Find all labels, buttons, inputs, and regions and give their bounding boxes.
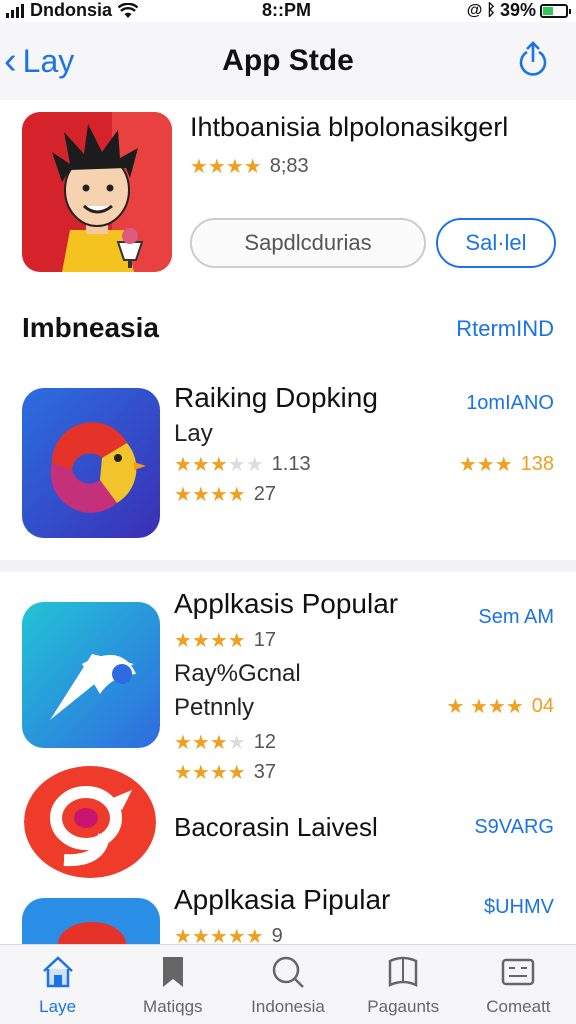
featured-app: Ihtboanisia blpolonasikgerl ★★★★ 8;83 Sa… <box>0 100 576 290</box>
tab-label: Laye <box>39 997 77 1016</box>
app-icon <box>22 898 160 944</box>
section-title: Imbneasia <box>22 312 159 343</box>
battery-icon <box>540 3 571 18</box>
app-rating: ★★★★★ 1.13 <box>174 453 311 476</box>
tab-label: Indonesia <box>251 997 325 1016</box>
tag-icon <box>388 956 418 987</box>
app-rating-secondary: ★★★★ 12 <box>174 731 276 754</box>
app-icon <box>24 766 156 878</box>
app-title: Applkasis Popular <box>174 588 399 619</box>
featured-app-title: Ihtboanisia blpolonasikgerl <box>190 112 509 142</box>
bluetooth-icon: ᛒ <box>486 1 496 19</box>
bookmark-icon <box>162 957 183 987</box>
app-title: Raiking Dopking <box>174 382 378 413</box>
tab-label: Matiqgs <box>143 997 203 1016</box>
signal-icon <box>6 3 24 18</box>
get-button[interactable]: Sal·lel <box>436 218 556 268</box>
app-rating: ★★★★ 17 <box>174 629 276 652</box>
tab-bar: Laye Matiqgs Indonesia Pagaunts Comeatt <box>0 944 576 1024</box>
search-icon <box>272 956 304 988</box>
featured-app-icon[interactable] <box>22 112 172 272</box>
app-subtitle-secondary: Petnnly <box>174 694 255 721</box>
tab-label: Pagaunts <box>367 997 440 1016</box>
secondary-action-button[interactable]: Sapdlcdurias <box>190 218 426 268</box>
location-icon: @ <box>466 1 483 19</box>
app-action-link[interactable]: S9VARG <box>474 816 554 839</box>
tab-today[interactable]: Laye <box>0 945 115 1024</box>
tab-account[interactable]: Comeatt <box>461 945 576 1024</box>
app-action-link[interactable]: 1omIANO <box>466 392 554 415</box>
star-rating-icon: ★★★ <box>174 732 228 754</box>
tab-search[interactable]: Indonesia <box>230 945 345 1024</box>
featured-rating: ★★★★ 8;83 <box>190 154 309 179</box>
app-subtitle: Ray%Gcnal <box>174 660 301 687</box>
app-rating-tertiary: ★★★★ 37 <box>174 761 276 784</box>
battery-percent: 39% <box>499 0 536 20</box>
app-subtitle: Lay <box>174 420 213 447</box>
app-title: Applkasia Pipular <box>174 884 391 915</box>
app-title: Bacorasin Laivesl <box>174 812 378 842</box>
app-action-link[interactable]: Sem AM <box>478 606 554 629</box>
tab-updates[interactable]: Pagaunts <box>346 945 461 1024</box>
status-bar: Dndonsia 8::PM @ ᛒ 39% <box>0 0 576 22</box>
app-icon <box>22 602 160 748</box>
star-rating-icon: ★★★★ <box>190 156 262 178</box>
rating-value: 8;83 <box>269 155 309 177</box>
card-icon <box>502 958 535 986</box>
app-action-link[interactable]: $UHMV <box>484 896 554 919</box>
wifi-icon <box>118 2 139 18</box>
clock: 8::PM <box>262 0 311 20</box>
star-rating-icon: ★★★★ <box>174 762 246 784</box>
app-rating-secondary: ★★★★ 27 <box>174 483 276 506</box>
page-title: App Stde <box>222 44 354 77</box>
section-divider <box>0 560 576 572</box>
tab-games[interactable]: Matiqgs <box>115 945 230 1024</box>
carrier-label: Dndonsia <box>30 0 113 20</box>
navigation-bar: ‹ Lay App Stde <box>0 22 576 100</box>
star-rating-icon: ★★★★ <box>174 484 246 506</box>
star-rating-icon: ★★★ <box>174 454 228 476</box>
app-right-rating: ★★★ 138 <box>458 453 554 476</box>
app-icon <box>22 388 160 538</box>
app-right-rating: ★ ★★★ 04 <box>446 695 554 718</box>
star-rating-icon: ★★★★ <box>174 630 246 652</box>
share-icon[interactable] <box>516 40 550 80</box>
see-all-link[interactable]: RtermIND <box>456 316 554 342</box>
tab-label: Comeatt <box>486 997 551 1016</box>
home-icon <box>42 956 73 988</box>
